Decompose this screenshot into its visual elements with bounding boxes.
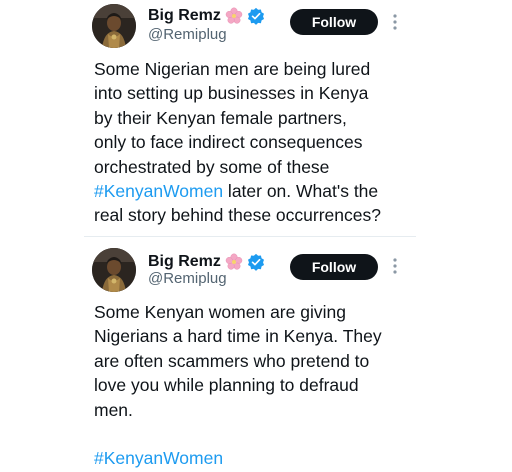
follow-button[interactable]: Follow: [290, 9, 378, 35]
author-handle[interactable]: @Remiplug: [148, 26, 227, 43]
display-name[interactable]: Big Remz: [148, 253, 221, 271]
tweet-divider: [84, 236, 416, 237]
more-vertical-icon[interactable]: [390, 12, 400, 32]
follow-button[interactable]: Follow: [290, 254, 378, 280]
tweet-text: Some Nigerian men are being lured into s…: [94, 57, 424, 228]
verified-badge-icon: [247, 253, 265, 271]
hashtag-link[interactable]: #KenyanWomen: [94, 181, 223, 201]
author-handle[interactable]: @Remiplug: [148, 270, 227, 287]
cherry-blossom-icon: [225, 7, 243, 25]
tweet-text-body: Some Nigerian men are being lured into s…: [94, 59, 371, 177]
avatar-photo-icon: [92, 248, 136, 292]
hashtag-link[interactable]: #KenyanWomen: [94, 448, 223, 468]
avatar-photo-icon: [92, 4, 136, 48]
verified-badge-icon: [247, 7, 265, 25]
more-vertical-icon[interactable]: [390, 256, 400, 276]
avatar[interactable]: [92, 248, 136, 292]
author-name-row[interactable]: Big Remz: [148, 5, 265, 27]
avatar[interactable]: [92, 4, 136, 48]
tweet-1[interactable]: Big Remz @Remiplug Follow Some Nigerian …: [0, 0, 512, 236]
tweet-text-body: Some Kenyan women are giving Nigerians a…: [94, 302, 382, 420]
tweet-2[interactable]: Big Remz @Remiplug Follow Some Kenyan wo…: [0, 238, 512, 472]
cherry-blossom-icon: [225, 253, 243, 271]
tweet-thread-screen: Big Remz @Remiplug Follow Some Nigerian …: [0, 0, 512, 472]
display-name[interactable]: Big Remz: [148, 7, 221, 25]
tweet-text: Some Kenyan women are giving Nigerians a…: [94, 300, 424, 471]
